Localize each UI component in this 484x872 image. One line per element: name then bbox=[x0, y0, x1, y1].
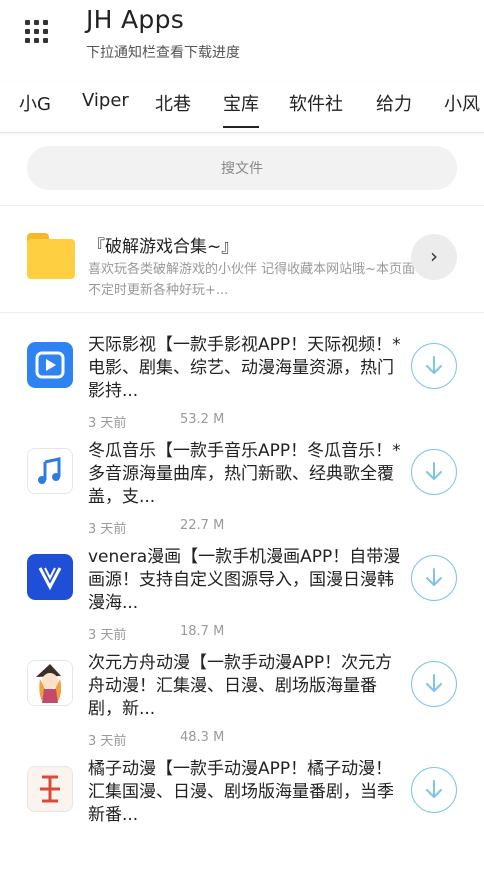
tab-xiaog[interactable]: 小G bbox=[19, 90, 51, 130]
file-title: 天际影视【一款手影视APP！天际视频！*电影、剧集、综艺、动漫海量资源，热门影持… bbox=[88, 335, 401, 401]
tab-viper[interactable]: Viper bbox=[82, 90, 129, 130]
orange-character-icon bbox=[27, 766, 73, 812]
folder-icon bbox=[27, 233, 75, 279]
search-placeholder: 搜文件 bbox=[221, 161, 263, 177]
file-age: 3 天前 bbox=[88, 734, 127, 749]
download-button[interactable] bbox=[411, 661, 457, 707]
file-size: 53.2 M bbox=[180, 412, 225, 427]
search-input[interactable]: 搜文件 bbox=[27, 146, 457, 190]
anime-girl-icon bbox=[27, 660, 73, 706]
play-icon bbox=[27, 342, 73, 388]
file-title: 冬瓜音乐【一款手音乐APP！冬瓜音乐！*多音源海量曲库，热门新歌、经典歌全覆盖，… bbox=[88, 441, 401, 507]
app-title: JH Apps bbox=[86, 5, 185, 34]
divider bbox=[0, 205, 484, 206]
file-size: 48.3 M bbox=[180, 730, 225, 745]
download-button[interactable] bbox=[411, 767, 457, 813]
download-button[interactable] bbox=[411, 449, 457, 495]
download-button[interactable] bbox=[411, 555, 457, 601]
download-icon bbox=[426, 462, 442, 480]
file-size: 22.7 M bbox=[180, 518, 225, 533]
divider bbox=[0, 312, 484, 313]
download-button[interactable] bbox=[411, 343, 457, 389]
category-tabs: 小G Viper 北巷 宝库 软件社 给力 小风 bbox=[0, 82, 484, 133]
file-age: 3 天前 bbox=[88, 416, 127, 431]
venera-logo-icon bbox=[27, 554, 73, 600]
download-icon bbox=[426, 356, 442, 374]
list-item[interactable]: 橘子动漫【一款手动漫APP！橘子动漫！汇集国漫、日漫、剧场版海量番剧，当季新番.… bbox=[0, 759, 484, 872]
music-note-icon bbox=[27, 448, 73, 494]
list-item[interactable]: 冬瓜音乐【一款手音乐APP！冬瓜音乐！*多音源海量曲库，热门新歌、经典歌全覆盖，… bbox=[0, 441, 484, 554]
download-icon bbox=[426, 780, 442, 798]
file-age: 3 天前 bbox=[88, 522, 127, 537]
tab-beixiang[interactable]: 北巷 bbox=[155, 90, 191, 130]
tab-ruanjianshe[interactable]: 软件社 bbox=[289, 90, 343, 130]
file-age: 3 天前 bbox=[88, 628, 127, 643]
tab-xiaofeng[interactable]: 小风 bbox=[444, 90, 480, 130]
app-subtitle: 下拉通知栏查看下载进度 bbox=[86, 45, 240, 61]
file-title: 次元方舟动漫【一款手动漫APP！次元方舟动漫！汇集漫、日漫、剧场版海量番剧，新.… bbox=[88, 653, 393, 719]
tab-geili[interactable]: 给力 bbox=[376, 90, 412, 130]
app-header: JH Apps 下拉通知栏查看下载进度 bbox=[0, 0, 484, 80]
file-title: 橘子动漫【一款手动漫APP！橘子动漫！汇集国漫、日漫、剧场版海量番剧，当季新番.… bbox=[88, 759, 394, 825]
download-icon bbox=[426, 568, 442, 586]
list-item[interactable]: 天际影视【一款手影视APP！天际视频！*电影、剧集、综艺、动漫海量资源，热门影持… bbox=[0, 335, 484, 448]
folder-title[interactable]: 『破解游戏合集~』 bbox=[88, 232, 238, 257]
list-item[interactable]: 次元方舟动漫【一款手动漫APP！次元方舟动漫！汇集漫、日漫、剧场版海量番剧，新.… bbox=[0, 653, 484, 766]
folder-open-button[interactable]: › bbox=[411, 234, 457, 280]
chevron-right-icon: › bbox=[430, 244, 438, 268]
file-size: 18.7 M bbox=[180, 624, 225, 639]
file-title: venera漫画【一款手机漫画APP！自带漫画源！支持自定义图源导入，国漫日漫韩… bbox=[88, 547, 401, 613]
grid-icon[interactable] bbox=[25, 20, 48, 43]
list-item[interactable]: venera漫画【一款手机漫画APP！自带漫画源！支持自定义图源导入，国漫日漫韩… bbox=[0, 547, 484, 660]
download-icon bbox=[426, 674, 442, 692]
folder-description: 喜欢玩各类破解游戏的小伙伴 记得收藏本网站哦~本页面不定时更新各种好玩+... bbox=[88, 262, 416, 298]
tab-baoku[interactable]: 宝库 bbox=[223, 90, 259, 130]
